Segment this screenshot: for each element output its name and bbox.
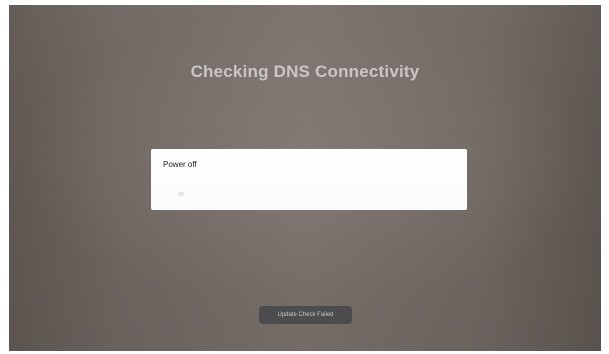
page-title: Checking DNS Connectivity — [190, 62, 420, 81]
power-off-option[interactable]: Power off — [163, 160, 197, 169]
tv-screen: Checking DNS Connectivity Power off Upda… — [9, 5, 601, 351]
power-menu-dialog: Power off — [151, 149, 467, 210]
loading-indicator-icon — [178, 192, 184, 196]
status-toast: Update Check Failed — [259, 306, 352, 324]
